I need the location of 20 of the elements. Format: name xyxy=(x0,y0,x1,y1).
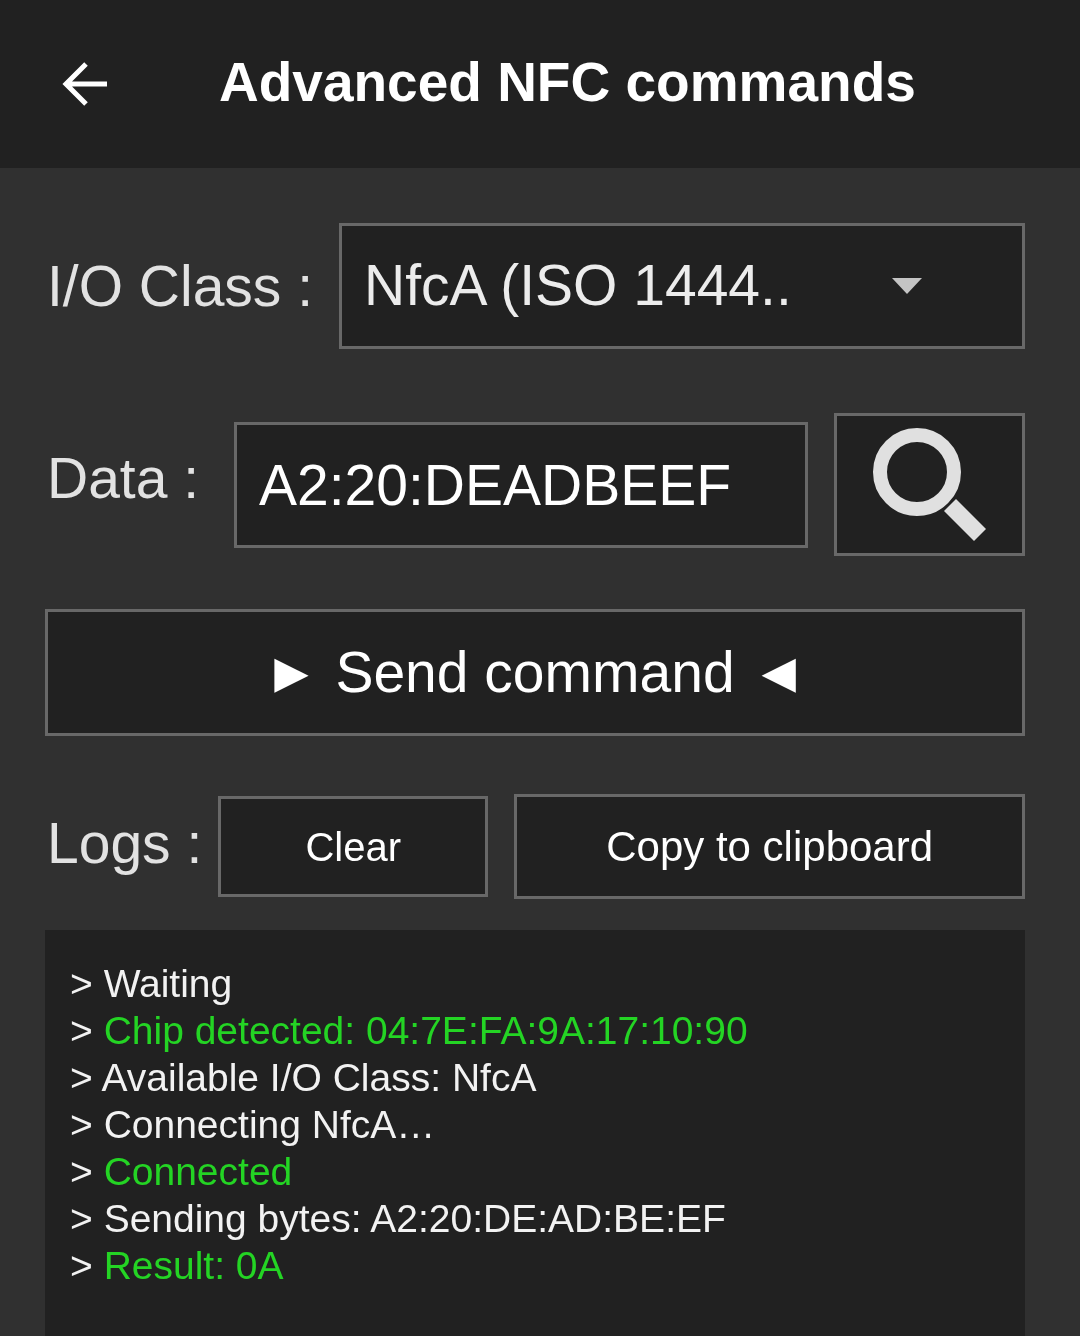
io-class-label: I/O Class : xyxy=(47,254,314,318)
io-class-dropdown[interactable]: NfcA (ISO 1444.. xyxy=(339,223,1025,349)
screen-title: Advanced NFC commands xyxy=(219,49,916,115)
log-line: > Available I/O Class: NfcA xyxy=(70,1055,538,1101)
back-arrow-icon[interactable] xyxy=(61,61,109,107)
logs-label: Logs : xyxy=(47,812,203,875)
data-field[interactable]: A2:20:DEADBEEF xyxy=(234,421,808,548)
copy-to-clipboard-button[interactable]: Copy to clipboard xyxy=(514,794,1025,899)
log-line: > Result: 0A xyxy=(70,1243,285,1289)
send-command-button[interactable]: ► Send command ◄ xyxy=(45,609,1025,736)
search-button[interactable] xyxy=(834,413,1025,556)
log-line: > Waiting xyxy=(70,961,234,1007)
data-label: Data : xyxy=(47,447,200,510)
search-icon xyxy=(871,427,988,542)
clear-button[interactable]: Clear xyxy=(218,796,489,897)
log-line: > Sending bytes: A2:20:DE:AD:BE:EF xyxy=(70,1196,727,1242)
dropdown-caret-icon xyxy=(892,278,922,294)
log-line: > Connecting NfcA… xyxy=(70,1102,437,1148)
log-line: > Connected xyxy=(70,1149,294,1195)
log-line: > Chip detected: 04:7E:FA:9A:17:10:90 xyxy=(70,1008,749,1054)
